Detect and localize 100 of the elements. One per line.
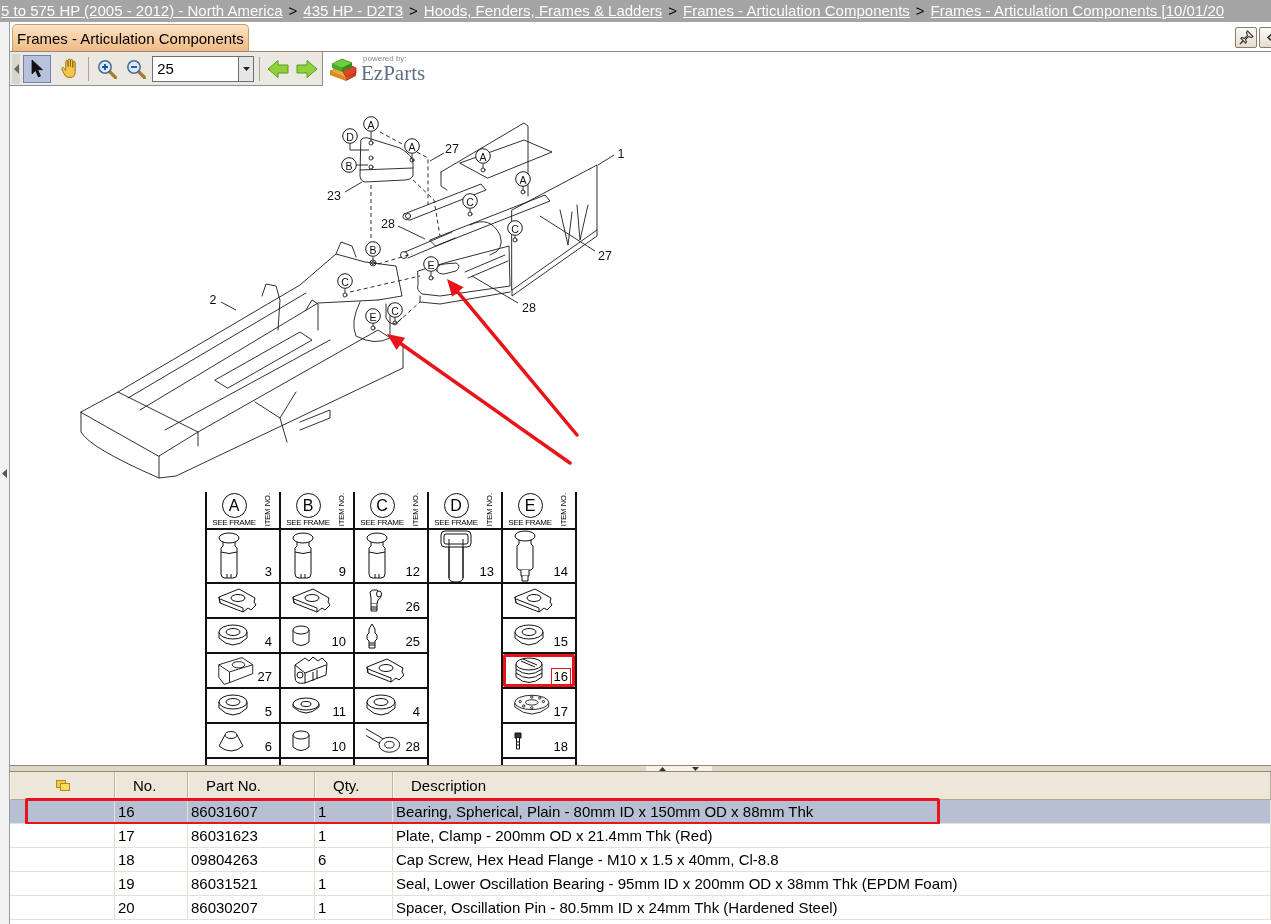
table-row[interactable]: 18 09804263 6 Cap Screw, Hex Head Flange - M10 x 1.5 x 40mm, Cl-8.8 — [10, 848, 1271, 872]
item-number: 19 — [115, 872, 188, 895]
washer-icon — [365, 693, 397, 718]
leader-line — [471, 275, 519, 304]
item-number: 17 — [115, 824, 188, 847]
item-number: 9 — [337, 563, 347, 580]
item-number: 4 — [263, 633, 273, 650]
hinged-bracket-icon — [291, 654, 331, 687]
part-description: Seal, Lower Oscillation Bearing - 95mm ID x 200mm OD x 38mm Thk (EPDM Foam) — [393, 872, 1271, 895]
part-description: Cap Screw, Hex Head Flange - M10 x 1.5 x 40mm, Cl-8.8 — [393, 848, 1271, 871]
scroll-left-button[interactable] — [12, 53, 21, 84]
leader-line — [372, 256, 374, 261]
bolt-icon — [513, 730, 523, 751]
back-arrow-icon — [267, 58, 290, 79]
callout-number: 2 — [209, 292, 217, 307]
pointer-tool-button[interactable] — [23, 54, 52, 83]
quantity: 1 — [315, 824, 393, 847]
notes-icon — [55, 780, 70, 791]
callout-number: 27 — [598, 248, 612, 263]
pin-icon — [365, 532, 389, 580]
callout-letter: A — [515, 171, 531, 187]
item-number: 13 — [478, 563, 495, 580]
quantity: 1 — [315, 800, 393, 823]
bracket-icon — [217, 587, 257, 614]
item-number: 6 — [263, 738, 273, 755]
callout-number: 28 — [381, 216, 395, 231]
table-row[interactable]: 17 86031623 1 Plate, Clamp - 200mm OD x 21.4mm Thk (Red) — [10, 824, 1271, 848]
cone-icon — [217, 728, 245, 753]
part-description: Bearing, Spherical, Plain - 80mm ID x 150mm OD x 88mm Thk — [393, 800, 1271, 823]
see-frame-caption: SEE FRAME — [360, 519, 404, 527]
leader-line — [429, 152, 445, 162]
item-number: 17 — [552, 703, 569, 720]
item-number: 10 — [330, 738, 347, 755]
item-number: 4 — [411, 703, 421, 720]
dashed-guide-line — [349, 275, 421, 293]
washer-icon — [217, 693, 249, 718]
see-frame-caption: SEE FRAME — [508, 519, 552, 527]
table-row[interactable]: 19 86031521 1 Seal, Lower Oscillation Bearing - 95mm ID x 200mm OD x 38mm Thk (EPDM Foam) — [10, 872, 1271, 896]
callout-letter: C — [387, 302, 403, 318]
part-number: 86031607 — [188, 800, 315, 823]
logo-tagline: powered by: — [362, 54, 408, 63]
column-header[interactable] — [10, 772, 115, 800]
item-number: 20 — [115, 896, 188, 919]
callout-letter: B — [341, 157, 357, 173]
splitter-handle[interactable] — [646, 766, 712, 771]
item-number: 25 — [404, 633, 421, 650]
item-number: 3 — [263, 563, 273, 580]
pin-button[interactable] — [1235, 27, 1257, 48]
callout-number: 28 — [522, 300, 536, 315]
dropdown-button[interactable] — [238, 55, 255, 82]
collapse-left-icon[interactable] — [2, 468, 7, 478]
leader-line — [411, 153, 413, 159]
column-header[interactable]: Part No. — [188, 772, 315, 800]
caret-down-icon — [242, 66, 250, 71]
breadcrumb-separator: > — [288, 2, 298, 20]
leader-line — [430, 271, 432, 277]
leader-line — [394, 317, 396, 322]
part-description: Plate, Clamp - 200mm OD x 21.4mm Thk (Red) — [393, 824, 1271, 847]
rod-end-icon — [365, 725, 403, 756]
leader-line — [539, 215, 596, 252]
table-row[interactable]: 20 86030207 1 Spacer, Oscillation Pin - 80.5mm ID x 24mm Thk (Hardened Steel) — [10, 896, 1271, 920]
breadcrumb-separator: > — [915, 2, 925, 20]
callout-letter: D — [342, 128, 358, 144]
column-header[interactable]: No. — [115, 772, 188, 800]
dashed-guide-line — [377, 253, 413, 265]
zoom-level-field[interactable]: 25 — [152, 55, 239, 82]
item-number: 16 — [550, 668, 571, 685]
washer-icon — [513, 623, 545, 648]
leader-line — [514, 235, 516, 239]
callout-letter: C — [507, 220, 523, 236]
bracket-icon — [365, 657, 405, 684]
part-number: 86031623 — [188, 824, 315, 847]
leader-line — [469, 208, 471, 213]
item-number: 15 — [552, 633, 569, 650]
item-number: 16 — [115, 800, 188, 823]
item-number: 11 — [331, 703, 347, 720]
tab[interactable]: Frames - Articulation Components — [12, 24, 249, 51]
grease-fitting-icon — [365, 622, 379, 649]
dashed-guide-line — [397, 301, 421, 323]
see-frame-caption: SEE FRAME — [286, 519, 330, 527]
callout-letter: A — [363, 116, 379, 132]
part-description: Spacer, Oscillation Pin - 80.5mm ID x 24mm Thk (Hardened Steel) — [393, 896, 1271, 919]
leader-line — [344, 288, 346, 294]
callout-letter: A — [404, 138, 420, 154]
pushpin-icon — [1238, 30, 1254, 45]
see-frame-caption: SEE FRAME — [434, 519, 478, 527]
leader-line — [356, 164, 369, 166]
left-triangle-icon — [13, 63, 19, 74]
part-number: 86030207 — [188, 896, 315, 919]
item-number: 14 — [552, 563, 569, 580]
leader-line — [522, 186, 524, 191]
bracket-icon — [291, 587, 331, 614]
leader-line — [397, 225, 426, 240]
table-row[interactable]: 16 86031607 1 Bearing, Spherical, Plain - 80mm ID x 150mm OD x 88mm Thk — [10, 800, 1271, 824]
column-header[interactable]: Description — [393, 772, 1271, 800]
item-number: 5 — [263, 703, 273, 720]
leader-line — [597, 154, 615, 166]
quantity: 1 — [315, 896, 393, 919]
column-header[interactable]: Qty. — [315, 772, 393, 800]
leader-line — [372, 323, 374, 327]
